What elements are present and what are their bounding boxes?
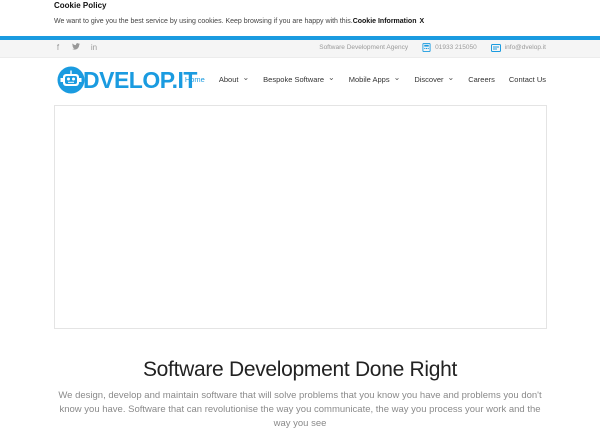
nav-item-careers[interactable]: Careers [468, 75, 495, 84]
linkedin-icon[interactable]: in [90, 43, 98, 52]
social-links: f in [54, 43, 98, 52]
phone-icon [422, 43, 431, 52]
robot-logo-icon [57, 66, 85, 94]
cookie-title: Cookie Policy [54, 1, 107, 10]
cookie-info-link[interactable]: Cookie Information [353, 18, 417, 25]
nav-item-mobile-apps[interactable]: Mobile Apps ⌄ [348, 72, 401, 84]
chevron-down-icon: ⌄ [447, 72, 455, 82]
site-header: DVELOP.IT Home About ⌄ Bespoke Software ⌄ Mob… [0, 58, 600, 102]
nav-item-label: Careers [468, 75, 495, 84]
phone-info[interactable]: 01933 215050 [422, 43, 477, 52]
email-info[interactable]: info@dvelop.it [490, 43, 546, 52]
top-info-bar: f in Software Development Agency 01933 2… [0, 40, 600, 58]
hero-slider[interactable] [54, 105, 547, 329]
cookie-banner: Cookie Policy We want to give you the be… [0, 0, 600, 36]
twitter-icon[interactable] [72, 43, 80, 52]
nav-item-label: Bespoke Software [263, 75, 325, 84]
tagline: Software Development Agency [319, 44, 409, 51]
nav-item-about[interactable]: About ⌄ [218, 72, 250, 84]
nav-item-label: About [218, 75, 239, 84]
cookie-message: We want to give you the best service by … [54, 18, 353, 25]
chevron-down-icon: ⌄ [242, 72, 250, 82]
main-nav: Home About ⌄ Bespoke Software ⌄ Mobile Apps ⌄ D… [171, 72, 546, 84]
facebook-icon[interactable]: f [54, 43, 62, 52]
nav-item-label: Discover [414, 75, 444, 84]
nav-item-label: Mobile Apps [348, 75, 390, 84]
nav-item-label: Home [184, 75, 205, 84]
nav-item-contact-us[interactable]: Contact Us [509, 75, 546, 84]
cookie-text: We want to give you the best service by … [54, 18, 424, 25]
nav-item-bespoke-software[interactable]: Bespoke Software ⌄ [263, 72, 335, 84]
intro-text: We design, develop and maintain software… [58, 389, 542, 429]
cookie-close-button[interactable]: X [419, 18, 424, 25]
nav-item-label: Contact Us [508, 75, 546, 84]
chevron-down-icon: ⌄ [393, 72, 401, 82]
nav-item-home[interactable]: Home [185, 75, 205, 84]
page-headline: Software Development Done Right [142, 358, 458, 382]
email-icon [490, 43, 501, 52]
chevron-down-icon: ⌄ [328, 72, 335, 82]
contact-info: Software Development Agency 01933 215050… [305, 43, 546, 52]
nav-item-discover[interactable]: Discover ⌄ [414, 72, 455, 84]
